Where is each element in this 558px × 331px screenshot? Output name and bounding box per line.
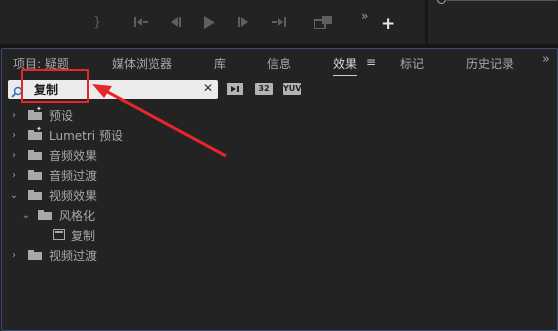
tree-item-label: 预设	[49, 108, 74, 123]
preset-folder-icon: ✦	[28, 125, 42, 140]
tree-item-label: 复制	[71, 228, 96, 243]
tree-item-label: 风格化	[59, 208, 96, 223]
folder-icon	[28, 250, 42, 260]
tree-item[interactable]: › 音频过渡	[2, 165, 557, 185]
chevron-right-icon[interactable]: ›	[9, 110, 19, 121]
slider-track[interactable]	[447, 0, 557, 1]
more-tabs-icon[interactable]: »	[542, 52, 550, 67]
step-back-icon[interactable]	[169, 12, 181, 32]
tree-item[interactable]: ⌄ 视频效果	[2, 185, 557, 205]
effect-icon	[53, 229, 65, 240]
accelerated-effects-icon[interactable]	[227, 83, 243, 95]
go-to-out-icon[interactable]	[272, 12, 286, 32]
tab-media-browser[interactable]: 媒体浏览器	[112, 55, 172, 72]
tree-item[interactable]: › 音频效果	[2, 145, 557, 165]
yuv-effects-button[interactable]: YUV	[283, 83, 301, 95]
tree-item[interactable]: › ✦ 预设	[2, 105, 557, 125]
chevron-right-icon[interactable]: ›	[9, 150, 19, 161]
chevron-down-icon[interactable]: ⌄	[21, 210, 31, 221]
tree-item-label: Lumetri 预设	[49, 128, 123, 143]
mark-out-icon[interactable]: }	[93, 12, 101, 32]
folder-icon	[28, 190, 42, 200]
export-frame-icon[interactable]	[314, 12, 332, 32]
tab-effects[interactable]: 效果	[333, 55, 358, 76]
32bit-effects-button[interactable]: 32	[255, 83, 273, 95]
panel-menu-icon[interactable]: ≡	[366, 55, 376, 69]
tab-history[interactable]: 历史记录	[466, 55, 514, 72]
tree-item[interactable]: 复制	[2, 225, 557, 245]
tab-libraries[interactable]: 库	[214, 55, 226, 72]
chevron-right-icon[interactable]: ›	[9, 130, 19, 141]
tree-item[interactable]: › ✦ Lumetri 预设	[2, 125, 557, 145]
chevron-right-icon[interactable]: ›	[9, 250, 19, 261]
tab-markers[interactable]: 标记	[400, 55, 424, 72]
go-to-in-icon[interactable]	[134, 12, 148, 32]
play-icon[interactable]	[203, 12, 215, 32]
right-top-panel	[426, 0, 558, 44]
folder-icon	[28, 150, 42, 160]
tree-item[interactable]: › 视频过渡	[2, 245, 557, 265]
tree-item[interactable]: ⌄ 风格化	[2, 205, 557, 225]
annotation-highlight-box	[21, 69, 89, 103]
clear-search-icon[interactable]: ✕	[203, 81, 213, 95]
add-button[interactable]: +	[381, 14, 395, 34]
chevron-down-icon[interactable]: ⌄	[9, 190, 19, 201]
tab-info[interactable]: 信息	[267, 55, 291, 72]
tree-item-label: 音频过渡	[49, 168, 98, 183]
transport-controls: } » +	[0, 0, 424, 44]
folder-icon	[38, 210, 52, 220]
preset-folder-icon: ✦	[28, 105, 42, 120]
more-controls-icon[interactable]: »	[361, 9, 368, 23]
slider-knob[interactable]	[437, 0, 446, 4]
step-forward-icon[interactable]	[238, 12, 250, 32]
chevron-right-icon[interactable]: ›	[9, 170, 19, 181]
tree-item-label: 视频过渡	[49, 248, 98, 263]
folder-icon	[28, 170, 42, 180]
tree-item-label: 视频效果	[49, 188, 98, 203]
tree-item-label: 音频效果	[49, 148, 98, 163]
